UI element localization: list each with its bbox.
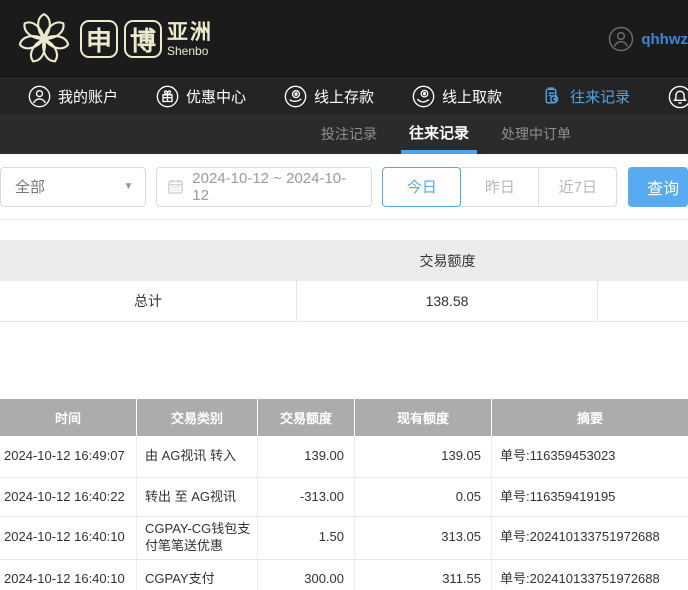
user-area[interactable]: qhhwz	[608, 0, 688, 78]
cell-time: 2024-10-12 16:40:10	[0, 517, 137, 559]
summary-header-empty	[0, 240, 297, 281]
column-header-summary: 摘要	[576, 411, 603, 426]
logo-text-column: 亚洲 Shenbo	[167, 22, 213, 57]
cell-balance: 313.05	[355, 517, 492, 559]
gift-icon	[156, 85, 179, 108]
summary-header-amount: 交易额度	[419, 252, 476, 269]
cell-order-number: 单号:202410133751972688	[500, 529, 660, 545]
cell-amount: 1.50	[258, 517, 355, 559]
logo-region-label: 亚洲	[167, 20, 213, 44]
nav-label: 线上取款	[442, 89, 503, 106]
nav-item-my-account[interactable]: 我的账户	[28, 85, 118, 108]
cell-type: 由 AG视讯 转入	[137, 436, 258, 477]
logo-char-bo: 博	[124, 20, 162, 58]
cell-balance: 311.55	[355, 559, 492, 590]
filter-bar: 全部 ▼ 2024-10-12 ~ 2024-10-12 今日 昨日 近7日 查…	[0, 154, 688, 220]
bell-icon	[668, 85, 688, 108]
summary-total-label: 总计	[0, 281, 297, 321]
nav-item-transaction-records[interactable]: 往来记录	[540, 85, 630, 108]
brand-logo[interactable]: 申 博 亚洲 Shenbo	[14, 8, 213, 70]
nav-label: 往来记录	[570, 89, 631, 106]
tab-transaction-records[interactable]: 往来记录	[401, 114, 478, 154]
summary-header-row: 交易额度	[0, 240, 688, 281]
chevron-down-icon: ▼	[123, 181, 134, 192]
column-header-amount: 交易额度	[258, 399, 355, 436]
record-tabs: 投注记录 往来记录 处理中订单	[0, 114, 688, 154]
nav-item-promotions[interactable]: 优惠中心	[156, 85, 246, 108]
cell-amount: 300.00	[258, 559, 355, 590]
search-button[interactable]: 查询	[628, 166, 688, 207]
records-icon	[545, 87, 559, 104]
tab-label: 往来记录	[409, 125, 470, 142]
active-tab-underline	[401, 150, 478, 154]
cell-time: 2024-10-12 16:49:07	[0, 436, 137, 477]
nav-item-announcements[interactable]	[668, 85, 688, 109]
username-label[interactable]: qhhwz	[641, 31, 688, 48]
cell-type: CGPAY-CG钱包支付笔笔送优惠	[137, 517, 258, 559]
cell-time: 2024-10-12 16:40:22	[0, 478, 137, 516]
today-button[interactable]: 今日	[382, 166, 462, 207]
user-icon	[28, 85, 51, 108]
date-range-value: 2024-10-12 ~ 2024-10-12	[192, 169, 347, 204]
quick-date-buttons: 今日 昨日 近7日	[382, 166, 618, 207]
logo-char-shen: 申	[80, 20, 118, 58]
cell-order-number: 单号:116359453023	[500, 448, 616, 464]
cell-balance: 139.05	[355, 436, 492, 477]
summary-total-value: 138.58	[297, 281, 598, 321]
user-avatar-icon	[609, 26, 634, 52]
nav-label: 我的账户	[58, 89, 119, 106]
summary-total-extra	[598, 281, 688, 321]
last7days-button[interactable]: 近7日	[538, 166, 618, 207]
nav-item-deposit[interactable]: 线上存款	[284, 85, 374, 108]
type-select[interactable]: 全部 ▼	[0, 166, 147, 207]
page: 申 博 亚洲 Shenbo qhhwz 我的账户 优惠中心 线上存款 线上取款 …	[0, 0, 688, 590]
date-range-input[interactable]: 2024-10-12 ~ 2024-10-12	[156, 166, 373, 207]
table-row: 2024-10-12 16:49:07 由 AG视讯 转入 139.00 139…	[0, 436, 688, 478]
flower-logo-icon	[18, 13, 70, 63]
logo-subtitle: Shenbo	[167, 43, 209, 58]
cell-type: CGPAY支付	[137, 559, 258, 590]
table-row: 2024-10-12 16:40:22 转出 至 AG视讯 -313.00 0.…	[0, 478, 688, 517]
nav-label: 线上存款	[314, 89, 375, 106]
table-row: 2024-10-12 16:40:10 CGPAY-CG钱包支付笔笔送优惠 1.…	[0, 517, 688, 560]
column-header-type: 交易类别	[137, 399, 258, 436]
table-header-row: 时间 交易类别 交易额度 现有额度 摘要	[0, 399, 688, 436]
cell-balance: 0.05	[355, 478, 492, 516]
tab-pending-orders[interactable]: 处理中订单	[493, 114, 579, 154]
tab-betting-records[interactable]: 投注记录	[313, 114, 385, 154]
cell-order-number: 单号:202410133751972688	[500, 570, 660, 586]
yesterday-button[interactable]: 昨日	[460, 166, 540, 207]
type-select-value: 全部	[15, 179, 46, 196]
nav-label: 优惠中心	[186, 89, 247, 106]
cell-order-number: 单号:116359419195	[500, 488, 616, 504]
column-header-balance: 现有额度	[355, 399, 492, 436]
column-header-time: 时间	[0, 399, 137, 436]
calendar-icon	[168, 179, 184, 194]
withdraw-icon	[412, 85, 435, 108]
nav-item-withdraw[interactable]: 线上取款	[412, 85, 502, 108]
deposit-icon	[284, 85, 307, 108]
summary-header-extra	[598, 240, 688, 281]
summary-total-row: 总计 138.58	[0, 281, 688, 322]
cell-type: 转出 至 AG视讯	[137, 478, 258, 516]
table-row: 2024-10-12 16:40:10 CGPAY支付 300.00 311.5…	[0, 559, 688, 590]
top-header: 申 博 亚洲 Shenbo qhhwz	[0, 0, 688, 78]
cell-amount: -313.00	[258, 478, 355, 516]
main-navigation: 我的账户 优惠中心 线上存款 线上取款 往来记录	[0, 78, 688, 114]
cell-amount: 139.00	[258, 436, 355, 477]
cell-time: 2024-10-12 16:40:10	[0, 559, 137, 590]
